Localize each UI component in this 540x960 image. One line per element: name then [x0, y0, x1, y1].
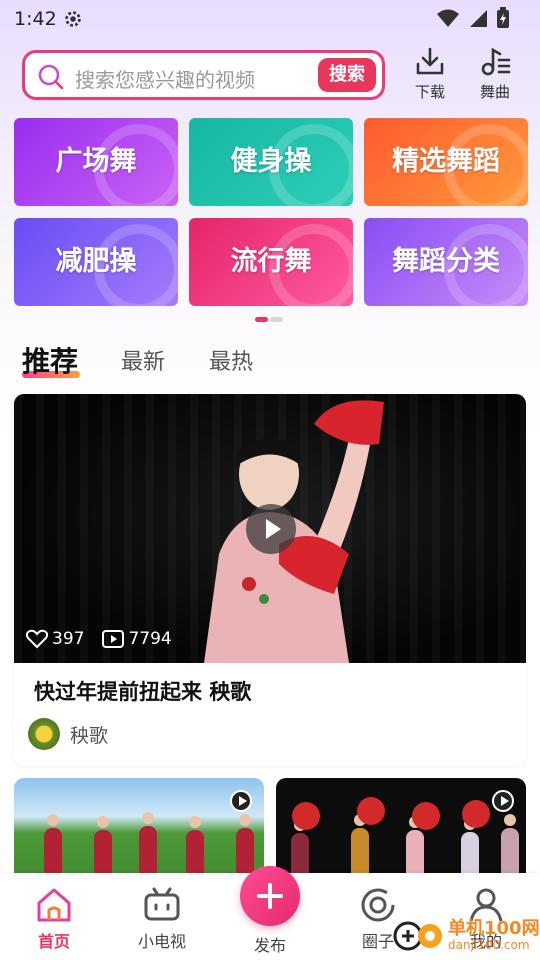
music-icon — [481, 47, 511, 76]
search-icon — [38, 64, 64, 90]
play-button[interactable] — [246, 504, 296, 554]
watermark: 单机100网 danji100.com — [392, 918, 540, 954]
featured-video-card[interactable]: 397 7794 快过年提前扭起来 秧歌 秧歌 — [14, 394, 526, 766]
category-dance-types[interactable]: 舞蹈分类 — [364, 218, 528, 306]
publish-label: 发布 — [253, 936, 286, 955]
wifi-icon — [437, 9, 459, 27]
watermark-url: danji100.com — [448, 938, 530, 952]
search-input[interactable]: 搜索您感兴趣的视频 — [75, 64, 255, 93]
category-square-dance[interactable]: 广场舞 — [14, 118, 178, 206]
category-featured-dance[interactable]: 精选舞蹈 — [364, 118, 528, 206]
battery-icon — [497, 7, 509, 28]
video-thumbnail[interactable]: 397 7794 — [14, 394, 526, 663]
category-fitness[interactable]: 健身操 — [189, 118, 353, 206]
tab-recommended[interactable]: 推荐 — [22, 340, 80, 380]
avatar — [28, 718, 60, 750]
tab-label: 最新 — [121, 350, 166, 375]
publish-button[interactable] — [240, 866, 300, 926]
home-icon — [37, 888, 71, 922]
video-card[interactable] — [276, 778, 526, 888]
video-play-icon — [230, 790, 252, 812]
tv-icon — [144, 887, 180, 921]
watermark-logo-icon — [393, 921, 442, 951]
category-weight-loss[interactable]: 减肥操 — [14, 218, 178, 306]
heart-icon — [26, 629, 48, 649]
category-pop-dance[interactable]: 流行舞 — [189, 218, 353, 306]
fan-image — [292, 797, 490, 830]
author-name: 秧歌 — [70, 724, 109, 747]
status-time: 1:42 — [14, 8, 57, 30]
download-button[interactable]: 下载 — [405, 46, 455, 102]
like-count: 397 — [52, 629, 85, 649]
video-card[interactable] — [14, 778, 264, 888]
watermark-title: 单机100网 — [448, 918, 540, 939]
nav-label: 小电视 — [137, 932, 186, 951]
search-button[interactable]: 搜索 — [318, 58, 376, 92]
gear-icon — [65, 11, 81, 27]
nav-tv[interactable]: 小电视 — [122, 887, 202, 952]
video-play-icon — [102, 630, 125, 648]
author[interactable]: 秧歌 — [28, 718, 108, 750]
nav-home[interactable]: 首页 — [14, 887, 94, 952]
tab-latest[interactable]: 最新 — [121, 344, 165, 376]
tab-label: 推荐 — [22, 345, 79, 378]
nav-label: 首页 — [37, 932, 70, 951]
video-title[interactable]: 快过年提前扭起来 秧歌 — [34, 676, 251, 706]
download-label: 下载 — [414, 83, 445, 101]
category-grid: 广场舞 健身操 精选舞蹈 减肥操 流行舞 舞蹈分类 — [14, 118, 528, 308]
video-stats: 397 7794 — [26, 629, 172, 649]
download-icon — [416, 47, 444, 75]
search-box[interactable]: 搜索您感兴趣的视频 搜索 — [22, 50, 385, 100]
music-label: 舞曲 — [479, 83, 510, 101]
page-indicator — [255, 317, 285, 323]
status-bar: 1:42 — [0, 0, 540, 36]
tab-label: 最热 — [209, 350, 254, 375]
top-bar: 搜索您感兴趣的视频 搜索 下载 舞曲 — [0, 46, 540, 106]
video-play-icon — [492, 790, 514, 812]
music-button[interactable]: 舞曲 — [470, 46, 520, 102]
signal-icon — [470, 10, 487, 27]
tab-hottest[interactable]: 最热 — [209, 344, 253, 376]
play-count: 7794 — [128, 629, 172, 649]
